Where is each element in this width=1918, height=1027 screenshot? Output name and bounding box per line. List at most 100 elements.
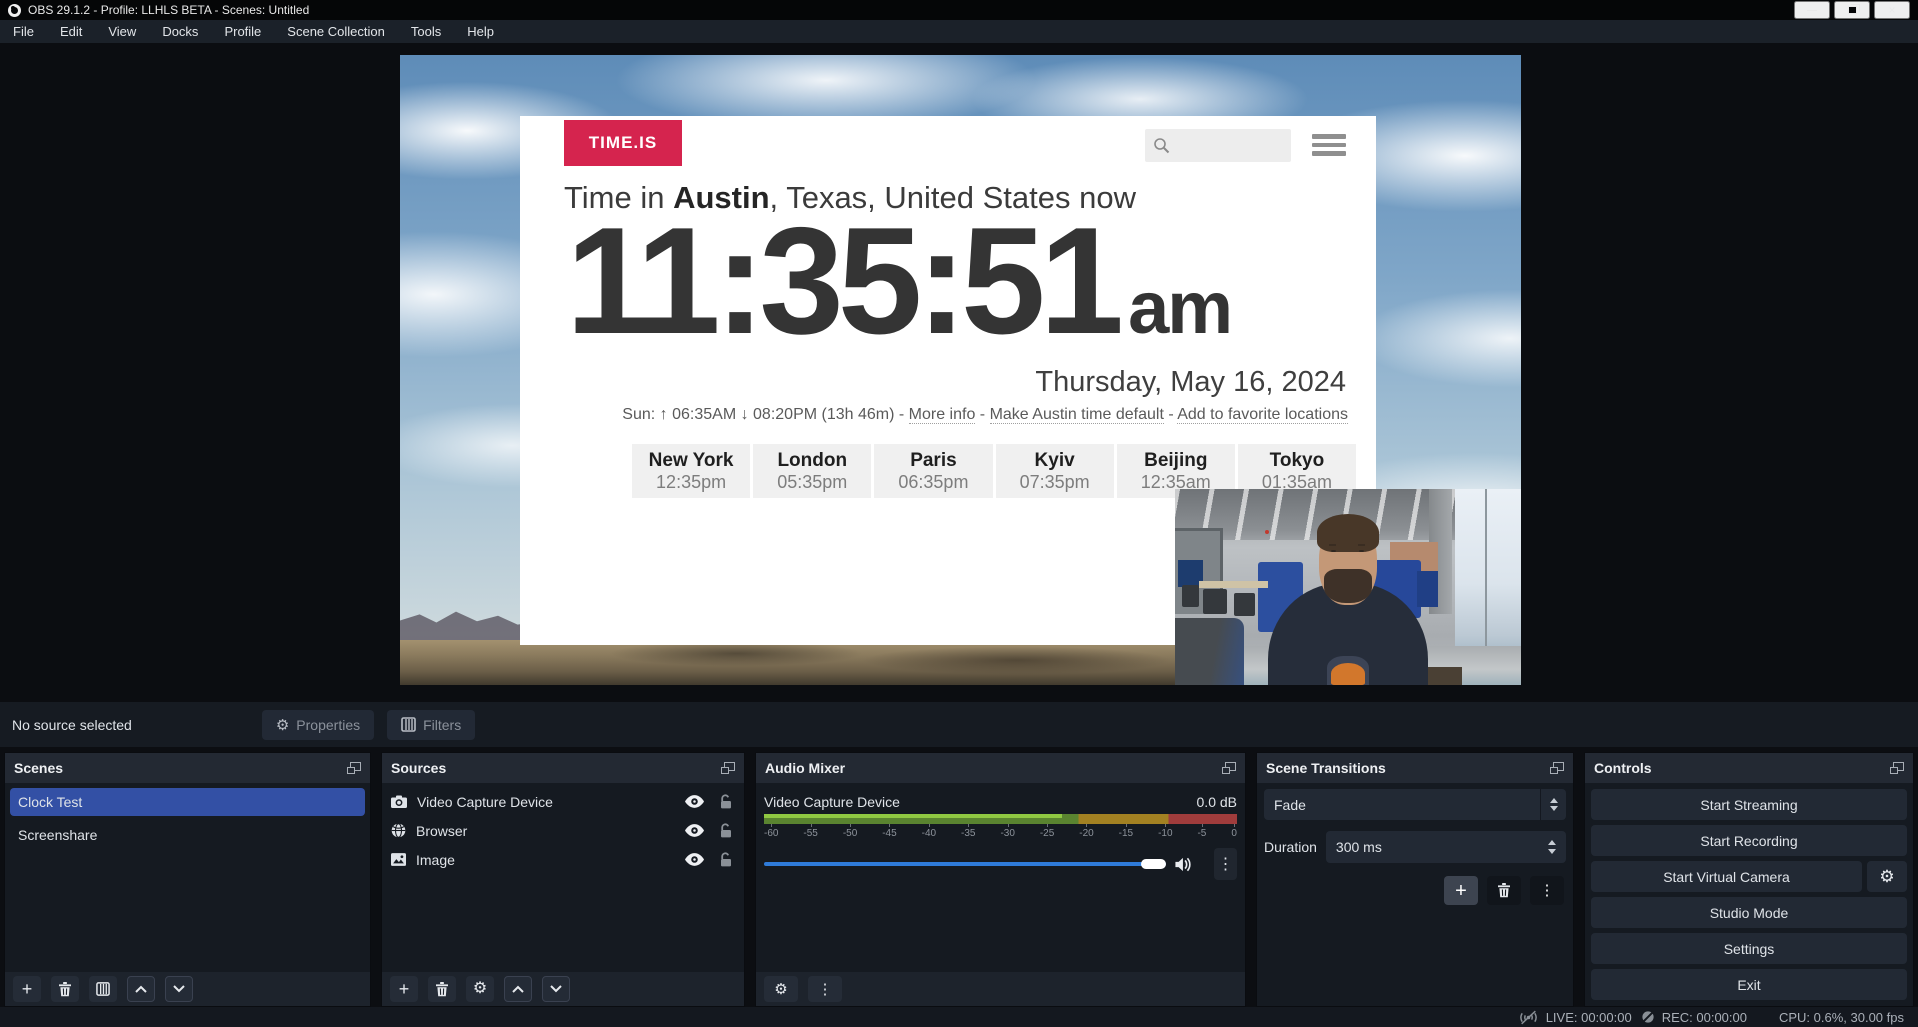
remove-transition-button[interactable] — [1487, 876, 1521, 905]
duration-label: Duration — [1264, 839, 1317, 855]
window-controls: × — [1794, 1, 1910, 19]
transition-selected-value: Fade — [1264, 797, 1540, 813]
chevron-down-icon — [550, 985, 562, 993]
start-streaming-button[interactable]: Start Streaming — [1591, 789, 1907, 820]
studio-mode-button[interactable]: Studio Mode — [1591, 897, 1907, 928]
mixer-menu-button[interactable]: ⋮ — [808, 976, 842, 1002]
mixer-channel-menu-button[interactable]: ⋮ — [1214, 848, 1237, 880]
move-source-down-button[interactable] — [542, 976, 570, 1002]
city-paris: Paris06:35pm — [874, 444, 992, 498]
duration-spinner[interactable]: 300 ms — [1326, 831, 1566, 863]
timeis-logo: TIME.IS — [564, 120, 682, 166]
menu-view[interactable]: View — [95, 20, 149, 43]
lock-icon[interactable] — [720, 794, 732, 809]
sun-times: Sun: ↑ 06:35AM ↓ 08:20PM (13h 46m) - — [622, 406, 908, 423]
move-source-up-button[interactable] — [504, 976, 532, 1002]
move-scene-up-button[interactable] — [127, 976, 155, 1002]
start-recording-button[interactable]: Start Recording — [1591, 825, 1907, 856]
popout-icon[interactable] — [1222, 762, 1236, 774]
transition-select[interactable]: Fade — [1264, 789, 1566, 820]
menu-bar: File Edit View Docks Profile Scene Colle… — [0, 20, 1918, 43]
speaker-icon — [1175, 857, 1193, 872]
trash-icon — [1497, 883, 1511, 898]
source-status-text: No source selected — [12, 717, 132, 733]
mixer-level-db: 0.0 dB — [1197, 794, 1237, 810]
maximize-button[interactable] — [1834, 1, 1870, 19]
filters-button[interactable]: Filters — [387, 710, 475, 740]
image-icon — [391, 853, 406, 866]
settings-button[interactable]: Settings — [1591, 933, 1907, 964]
popout-icon[interactable] — [1890, 762, 1904, 774]
source-toolbar: No source selected ⚙ Properties Filters — [0, 702, 1918, 747]
advanced-audio-button[interactable]: ⚙ — [764, 976, 798, 1002]
move-scene-down-button[interactable] — [165, 976, 193, 1002]
clock-ampm: am — [1128, 266, 1231, 349]
chevron-down-icon — [173, 985, 185, 993]
duration-value: 300 ms — [1326, 839, 1542, 855]
sun-sep: - — [1164, 406, 1177, 423]
close-button[interactable]: × — [1874, 1, 1910, 19]
menu-docks[interactable]: Docks — [149, 20, 211, 43]
source-row-image[interactable]: Image — [382, 845, 744, 874]
visibility-eye-icon[interactable] — [685, 853, 704, 866]
chevron-down-icon — [1550, 806, 1558, 811]
kebab-menu-icon: ⋮ — [818, 982, 833, 997]
popout-icon[interactable] — [347, 762, 361, 774]
remove-source-button[interactable] — [428, 976, 456, 1002]
properties-button[interactable]: ⚙ Properties — [262, 710, 374, 740]
hamburger-menu-icon — [1312, 134, 1346, 156]
stream-inactive-icon — [1518, 1010, 1539, 1025]
menu-edit[interactable]: Edit — [47, 20, 95, 43]
status-bar: LIVE: 00:00:00 REC: 00:00:00 CPU: 0.6%, … — [0, 1007, 1918, 1027]
audio-mixer-panel: Audio Mixer Video Capture Device 0.0 dB … — [755, 752, 1246, 1007]
make-default-link: Make Austin time default — [990, 406, 1164, 424]
add-source-button[interactable]: + — [390, 976, 418, 1002]
virtual-camera-settings-button[interactable]: ⚙ — [1867, 861, 1907, 892]
volume-slider-handle[interactable] — [1141, 859, 1166, 869]
scene-item-clock-test[interactable]: Clock Test — [10, 788, 365, 816]
spin-down-icon[interactable] — [1548, 849, 1556, 854]
city-london: London05:35pm — [753, 444, 871, 498]
close-icon: × — [1888, 3, 1895, 17]
globe-icon — [391, 823, 406, 838]
timeis-clock: 11:35:51am — [566, 202, 1231, 362]
source-row-browser[interactable]: Browser — [382, 816, 744, 845]
chevron-up-icon — [1550, 798, 1558, 803]
popout-icon[interactable] — [721, 762, 735, 774]
favorites-link: Add to favorite locations — [1177, 406, 1348, 424]
transition-properties-button[interactable]: ⋮ — [1530, 876, 1564, 905]
source-properties-button[interactable]: ⚙ — [466, 976, 494, 1002]
lock-icon[interactable] — [720, 852, 732, 867]
visibility-eye-icon[interactable] — [685, 824, 704, 837]
menu-scene-collection[interactable]: Scene Collection — [274, 20, 398, 43]
scenes-panel: Scenes Clock Test Screenshare + — [4, 752, 371, 1007]
gear-icon: ⚙ — [473, 981, 487, 997]
scenes-title: Scenes — [14, 760, 63, 776]
volume-slider[interactable] — [764, 858, 1166, 870]
preview-canvas[interactable]: TIME.IS Time in Austin, Texas, United St… — [400, 55, 1521, 685]
gear-icon: ⚙ — [774, 982, 787, 997]
start-virtual-camera-button[interactable]: Start Virtual Camera — [1591, 861, 1862, 892]
menu-help[interactable]: Help — [454, 20, 507, 43]
mixer-channel-name: Video Capture Device — [764, 794, 900, 810]
chevron-up-icon — [512, 985, 524, 993]
source-row-video-capture[interactable]: Video Capture Device — [382, 787, 744, 816]
popout-icon[interactable] — [1550, 762, 1564, 774]
lock-icon[interactable] — [720, 823, 732, 838]
spin-up-icon[interactable] — [1548, 840, 1556, 845]
visibility-eye-icon[interactable] — [685, 795, 704, 808]
mute-button[interactable] — [1175, 857, 1193, 872]
remove-scene-button[interactable] — [51, 976, 79, 1002]
exit-button[interactable]: Exit — [1591, 969, 1907, 1000]
scene-filters-button[interactable] — [89, 976, 117, 1002]
menu-tools[interactable]: Tools — [398, 20, 454, 43]
add-scene-button[interactable]: + — [13, 976, 41, 1002]
controls-panel: Controls Start Streaming Start Recording… — [1584, 752, 1914, 1007]
menu-profile[interactable]: Profile — [211, 20, 274, 43]
add-transition-button[interactable]: + — [1444, 876, 1478, 905]
obs-window: OBS 29.1.2 - Profile: LLHLS BETA - Scene… — [0, 0, 1918, 1027]
meter-scale: -60-55-50-45-40-35-30-25-20-15-10-50 — [764, 827, 1237, 840]
scene-item-screenshare[interactable]: Screenshare — [10, 821, 365, 849]
menu-file[interactable]: File — [0, 20, 47, 43]
minimize-button[interactable] — [1794, 1, 1830, 19]
